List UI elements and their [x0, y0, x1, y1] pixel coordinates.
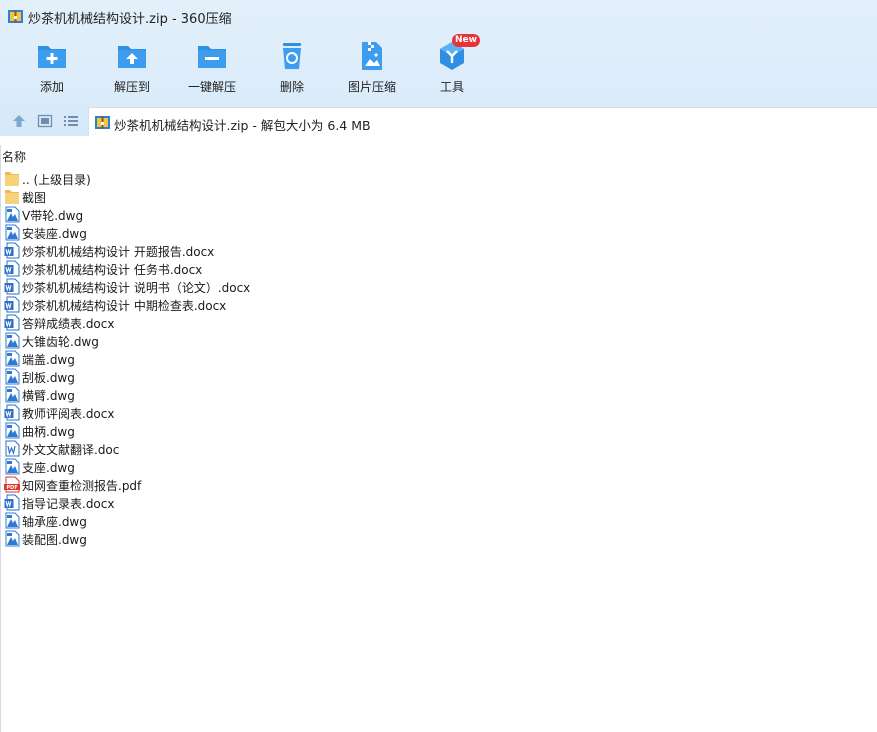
file-name: 炒茶机机械结构设计 中期检查表.docx: [22, 299, 227, 313]
word-doc-icon: [4, 278, 20, 295]
file-row[interactable]: 外文文献翻译.doc: [4, 439, 404, 457]
zip-archive-icon: [95, 116, 110, 129]
extract-to-button[interactable]: 解压到: [94, 38, 170, 98]
file-name: 知网查重检测报告.pdf: [22, 479, 142, 493]
archive-window: 炒茶机机械结构设计.zip - 360压缩 添加 解压到 一键解压 删除 图片压…: [0, 0, 877, 732]
file-row[interactable]: .. (上级目录): [4, 169, 404, 187]
new-badge: New: [452, 34, 480, 47]
file-row[interactable]: 炒茶机机械结构设计 开题报告.docx: [4, 241, 404, 259]
list-view-icon[interactable]: [62, 112, 80, 130]
word-doc-icon: [4, 404, 20, 421]
file-row[interactable]: 轴承座.dwg: [4, 511, 404, 529]
file-row[interactable]: 支座.dwg: [4, 457, 404, 475]
file-name: 轴承座.dwg: [22, 515, 87, 529]
file-row[interactable]: 端盖.dwg: [4, 349, 404, 367]
file-name: 端盖.dwg: [22, 353, 75, 367]
file-name: 装配图.dwg: [22, 533, 87, 547]
window-title: 炒茶机机械结构设计.zip - 360压缩: [28, 12, 232, 27]
extract-to-icon: [118, 46, 146, 68]
file-name: 支座.dwg: [22, 461, 75, 475]
file-row[interactable]: 截图: [4, 187, 404, 205]
tools-button[interactable]: 工具: [414, 38, 490, 98]
file-row[interactable]: 曲柄.dwg: [4, 421, 404, 439]
one-click-extract-icon: [198, 46, 226, 68]
word-doc-icon: [4, 242, 20, 259]
file-row[interactable]: 炒茶机机械结构设计 中期检查表.docx: [4, 295, 404, 313]
file-name: 截图: [22, 191, 47, 205]
dwg-file-icon: [5, 512, 20, 529]
file-row[interactable]: 安装座.dwg: [4, 223, 404, 241]
dwg-file-icon: [5, 350, 20, 367]
svg-text:PDF: PDF: [6, 485, 17, 491]
delete-label: 删除: [279, 80, 304, 94]
file-name: 炒茶机机械结构设计 开题报告.docx: [22, 245, 215, 259]
folder-icon: [5, 190, 19, 204]
file-row[interactable]: 装配图.dwg: [4, 529, 404, 547]
image-compress-label: 图片压缩: [347, 80, 396, 94]
up-arrow-icon[interactable]: [10, 112, 28, 130]
file-name: 外文文献翻译.doc: [22, 443, 120, 457]
dwg-file-icon: [5, 368, 20, 385]
file-name: 炒茶机机械结构设计 说明书（论文）.docx: [22, 281, 251, 295]
add-folder-icon: [38, 46, 66, 68]
one-click-extract-label: 一键解压: [187, 80, 236, 94]
dwg-file-icon: [5, 458, 20, 475]
word-doc-icon: [5, 440, 20, 457]
toolbar: 添加 解压到 一键解压 删除 图片压缩 工具 New: [0, 34, 877, 100]
file-row[interactable]: 炒茶机机械结构设计 任务书.docx: [4, 259, 404, 277]
file-row[interactable]: 炒茶机机械结构设计 说明书（论文）.docx: [4, 277, 404, 295]
delete-button[interactable]: 删除: [254, 38, 330, 98]
tools-label: 工具: [439, 80, 464, 94]
file-row[interactable]: PDF 知网查重检测报告.pdf: [4, 475, 404, 493]
dwg-file-icon: [5, 332, 20, 349]
extract-to-label: 解压到: [113, 80, 150, 94]
file-name: 答辩成绩表.docx: [22, 317, 115, 331]
dwg-file-icon: [5, 206, 20, 223]
dwg-file-icon: [5, 422, 20, 439]
pdf-file-icon: PDF: [4, 476, 20, 493]
dwg-file-icon: [5, 530, 20, 547]
thumbnail-view-icon[interactable]: [36, 112, 54, 130]
image-compress-button[interactable]: 图片压缩: [334, 38, 410, 98]
file-name: 安装座.dwg: [22, 227, 87, 241]
file-row[interactable]: 指导记录表.docx: [4, 493, 404, 511]
file-name: 指导记录表.docx: [22, 497, 115, 511]
file-name: 教师评阅表.docx: [22, 407, 115, 421]
file-name: 炒茶机机械结构设计 任务书.docx: [22, 263, 203, 277]
file-name: 刮板.dwg: [22, 371, 75, 385]
file-name: .. (上级目录): [22, 173, 91, 187]
one-click-extract-button[interactable]: 一键解压: [174, 38, 250, 98]
address-bar[interactable]: 炒茶机机械结构设计.zip - 解包大小为 6.4 MB: [88, 107, 877, 136]
address-text: 炒茶机机械结构设计.zip - 解包大小为 6.4 MB: [114, 118, 371, 133]
add-button[interactable]: 添加: [14, 38, 90, 98]
word-doc-icon: [4, 260, 20, 277]
word-doc-icon: [4, 296, 20, 313]
file-name: 大锥齿轮.dwg: [22, 335, 99, 349]
file-row[interactable]: 刮板.dwg: [4, 367, 404, 385]
column-header-name[interactable]: 名称: [2, 148, 26, 165]
add-label: 添加: [39, 80, 64, 94]
top-chrome: 炒茶机机械结构设计.zip - 360压缩 添加 解压到 一键解压 删除 图片压…: [0, 0, 877, 136]
title-bar: 炒茶机机械结构设计.zip - 360压缩: [0, 0, 877, 34]
word-doc-icon: [4, 314, 20, 331]
file-list: 名称 .. (上级目录) 截图 V带轮.dwg 安装座.dwg 炒茶机机械结构设计 开题…: [0, 145, 877, 732]
file-row[interactable]: 答辩成绩表.docx: [4, 313, 404, 331]
recycle-bin-icon: [283, 43, 301, 69]
file-name: V带轮.dwg: [22, 209, 84, 223]
word-doc-icon: [4, 494, 20, 511]
folder-icon: [5, 172, 19, 186]
image-compress-icon: [362, 42, 382, 70]
file-row[interactable]: V带轮.dwg: [4, 205, 404, 223]
file-name: 横臂.dwg: [22, 389, 75, 403]
dwg-file-icon: [5, 224, 20, 241]
dwg-file-icon: [5, 386, 20, 403]
file-row[interactable]: 教师评阅表.docx: [4, 403, 404, 421]
file-name: 曲柄.dwg: [22, 425, 75, 439]
file-row[interactable]: 大锥齿轮.dwg: [4, 331, 404, 349]
navigation-bar: 炒茶机机械结构设计.zip - 解包大小为 6.4 MB: [0, 106, 877, 136]
zip-archive-icon: [8, 10, 23, 23]
file-row[interactable]: 横臂.dwg: [4, 385, 404, 403]
